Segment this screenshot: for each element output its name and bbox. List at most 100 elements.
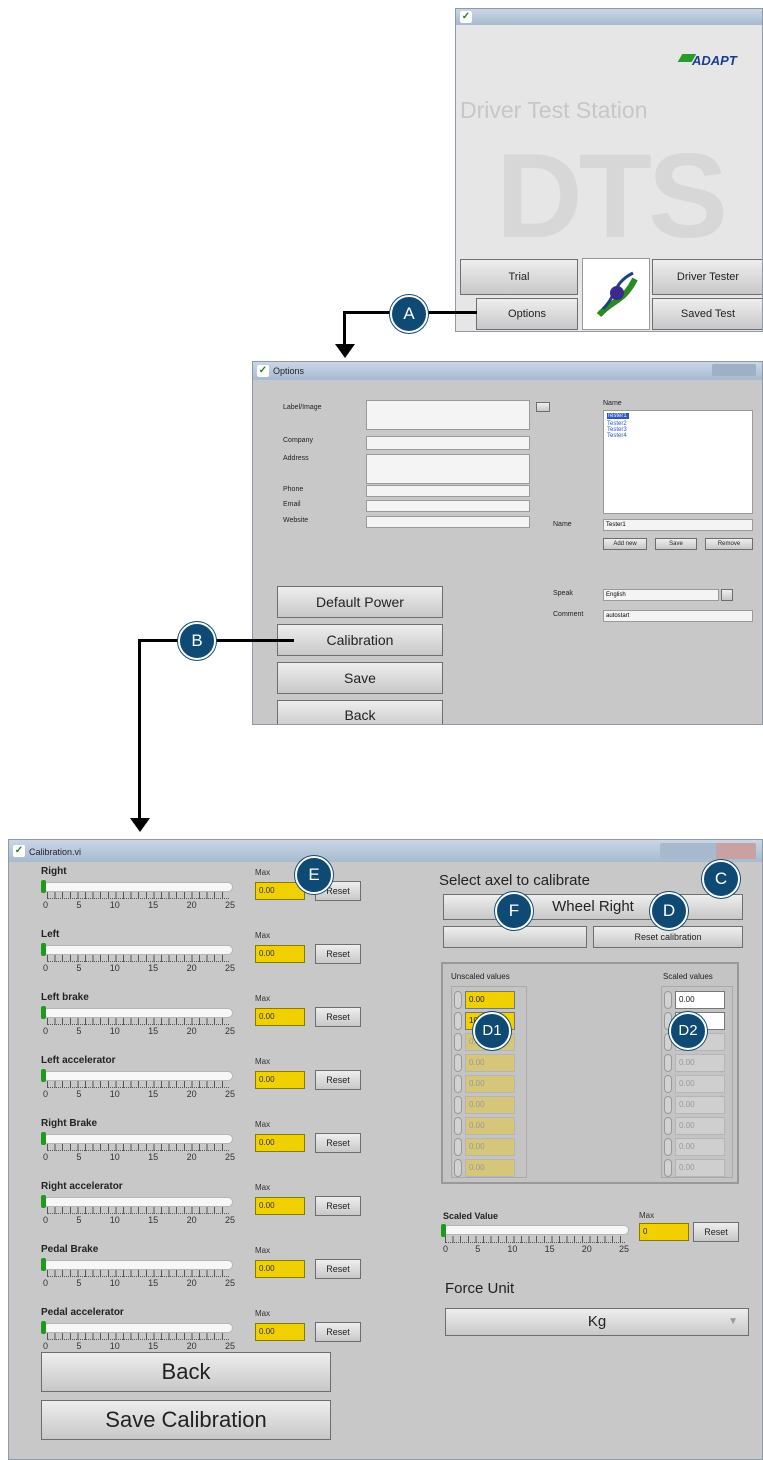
reset-button[interactable]: Reset — [315, 1070, 361, 1090]
value-row: 0.00 — [664, 1117, 732, 1136]
value-stepper[interactable] — [664, 1096, 672, 1114]
label-phone: Phone — [283, 486, 304, 493]
tick-label: 5 — [76, 1341, 82, 1351]
value-stepper[interactable] — [664, 1075, 672, 1093]
comment-input[interactable]: autostart — [603, 610, 753, 622]
slider-thumb[interactable] — [41, 1258, 46, 1271]
browse-button[interactable] — [536, 402, 550, 412]
value-stepper[interactable] — [454, 1033, 462, 1051]
axel-select[interactable]: Wheel Right — [443, 894, 743, 920]
close-icon[interactable] — [716, 843, 756, 859]
logo-path-field[interactable] — [366, 400, 530, 430]
slider-row: Left 0 5 10 15 20 25 Max 0.00 Reset — [9, 903, 389, 973]
slider-track — [43, 1323, 233, 1333]
tick-label: 5 — [475, 1244, 481, 1254]
list-save-button[interactable]: Save — [655, 538, 697, 550]
company-field[interactable] — [366, 436, 530, 450]
value-stepper[interactable] — [454, 1012, 462, 1030]
slider-thumb[interactable] — [41, 1321, 46, 1334]
value-stepper[interactable] — [454, 1054, 462, 1072]
value-stepper[interactable] — [664, 1117, 672, 1135]
save-calibration-button[interactable]: Save Calibration — [41, 1400, 331, 1440]
callout-d: D — [650, 892, 688, 930]
slider-track — [43, 1260, 233, 1270]
value-stepper[interactable] — [454, 991, 462, 1009]
website-field[interactable] — [366, 516, 530, 528]
options-titlebar: ✓ Options — [253, 362, 762, 380]
label-name-input: Name — [553, 521, 572, 528]
list-item[interactable]: Tester4 — [607, 433, 749, 439]
window-controls[interactable] — [712, 364, 756, 376]
value-stepper[interactable] — [454, 1159, 462, 1177]
add-new-button[interactable]: Add new — [603, 538, 647, 550]
phone-field[interactable] — [366, 485, 530, 497]
trial-button[interactable]: Trial — [460, 259, 578, 295]
value-row: 0.00 — [664, 991, 732, 1010]
callout-b: B — [178, 622, 216, 660]
max-label: Max — [255, 994, 271, 1003]
max-label: Max — [255, 1309, 271, 1318]
calibration-button[interactable]: Calibration — [277, 624, 443, 656]
slider-label: Right Brake — [41, 1118, 98, 1129]
options-button[interactable]: Options — [476, 298, 578, 330]
max-label: Max — [255, 1246, 271, 1255]
default-power-button[interactable]: Default Power — [277, 586, 443, 618]
value-field[interactable]: 0.00 — [675, 991, 725, 1009]
reset-button[interactable]: Reset — [315, 1196, 361, 1216]
value-row: 0.00 — [664, 1138, 732, 1157]
slider-thumb[interactable] — [41, 1132, 46, 1145]
reset-button[interactable]: Reset — [315, 1259, 361, 1279]
reset-button[interactable]: Reset — [315, 1322, 361, 1342]
slider-thumb[interactable] — [41, 1069, 46, 1082]
max-value-field: 0.00 — [255, 1323, 305, 1341]
value-stepper[interactable] — [454, 1117, 462, 1135]
center-logo-icon — [582, 258, 650, 330]
value-stepper[interactable] — [454, 1075, 462, 1093]
value-stepper[interactable] — [664, 1159, 672, 1177]
arrow-b-icon — [130, 818, 150, 832]
driver-tester-button[interactable]: Driver Tester — [652, 259, 762, 295]
options-save-button[interactable]: Save — [277, 662, 443, 694]
reset-button[interactable]: Reset — [315, 1007, 361, 1027]
max-label: Max — [255, 1120, 271, 1129]
callout-e: E — [295, 856, 333, 894]
slider-thumb[interactable] — [41, 880, 46, 893]
value-stepper[interactable] — [454, 1138, 462, 1156]
address-field[interactable] — [366, 454, 530, 484]
scaled-value-label: Scaled Value — [443, 1211, 499, 1221]
value-stepper[interactable] — [664, 1138, 672, 1156]
calibration-back-button[interactable]: Back — [41, 1352, 331, 1392]
reset-button[interactable]: Reset — [315, 1133, 361, 1153]
speak-dropdown-button[interactable] — [721, 589, 733, 601]
list-item[interactable]: Tester1 — [607, 413, 629, 419]
options-back-button[interactable]: Back — [277, 700, 443, 724]
name-input[interactable]: Tester1 — [603, 519, 753, 531]
value-stepper[interactable] — [454, 1096, 462, 1114]
adapt-swirl-icon — [596, 271, 638, 318]
force-unit-select[interactable]: Kg ▼ — [445, 1308, 749, 1336]
window-controls[interactable] — [660, 843, 756, 859]
speak-select[interactable]: English — [603, 589, 719, 601]
slider-label: Left accelerator — [41, 1055, 116, 1066]
email-field[interactable] — [366, 500, 530, 512]
name-list[interactable]: Tester1 Tester2 Tester3 Tester4 — [603, 410, 753, 514]
scaled-value-reset-button[interactable]: Reset — [693, 1222, 739, 1242]
slider-thumb[interactable] — [41, 1195, 46, 1208]
value-stepper[interactable] — [664, 991, 672, 1009]
slider-label: Pedal accelerator — [41, 1307, 124, 1318]
slider-row: Left accelerator 0 5 10 15 20 25 Max 0.00 Reset — [9, 1029, 389, 1099]
label-address: Address — [283, 455, 309, 462]
scaled-value-max-field: 0 — [639, 1223, 689, 1241]
value-stepper[interactable] — [664, 1054, 672, 1072]
value-field[interactable]: 0.00 — [465, 991, 515, 1009]
slider-thumb[interactable] — [41, 943, 46, 956]
tick-label: 0 — [443, 1244, 449, 1254]
slider-thumb[interactable] — [41, 1006, 46, 1019]
value-row: 0.00 — [454, 1075, 522, 1094]
value-row: 0.00 — [664, 1075, 732, 1094]
app-icon: ✓ — [257, 365, 269, 377]
tick-label: 25 — [224, 1341, 235, 1351]
remove-button[interactable]: Remove — [705, 538, 753, 550]
reset-button[interactable]: Reset — [315, 944, 361, 964]
saved-test-button[interactable]: Saved Test — [652, 298, 762, 330]
